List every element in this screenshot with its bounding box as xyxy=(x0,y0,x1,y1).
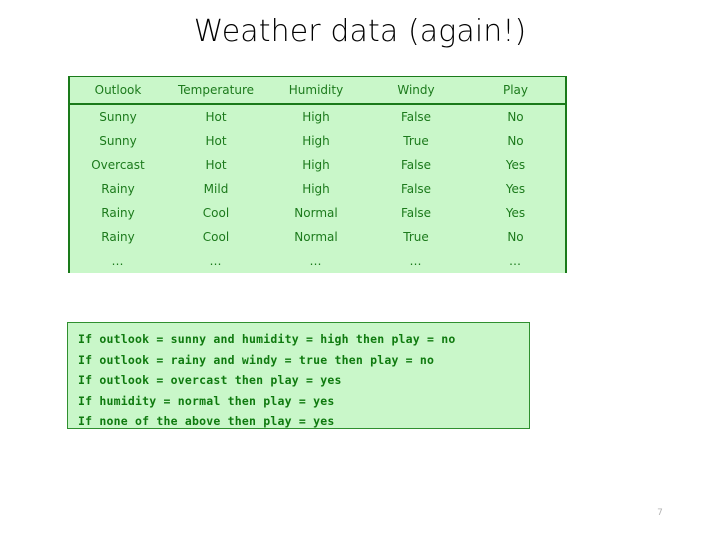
cell-temperature: Cool xyxy=(166,225,266,249)
column-header-windy: Windy xyxy=(366,77,466,105)
rule-line-2: If outlook = rainy and windy = true then… xyxy=(78,352,435,367)
slide-canvas: { "slide": { "title": "Weather data (aga… xyxy=(0,0,720,540)
cell-play: No xyxy=(466,104,565,129)
cell-windy: True xyxy=(366,225,466,249)
rules-box: If outlook = sunny and humidity = high t… xyxy=(67,322,530,429)
cell-temperature: Cool xyxy=(166,201,266,225)
cell-temperature-ellipsis: … xyxy=(166,249,266,273)
cell-play: No xyxy=(466,225,565,249)
cell-outlook-ellipsis: … xyxy=(70,249,166,273)
cell-temperature: Hot xyxy=(166,153,266,177)
cell-humidity-ellipsis: … xyxy=(266,249,366,273)
cell-play-ellipsis: … xyxy=(466,249,565,273)
table-row: Rainy Cool Normal True No xyxy=(70,225,565,249)
cell-humidity: Normal xyxy=(266,201,366,225)
cell-windy: False xyxy=(366,177,466,201)
cell-windy: False xyxy=(366,104,466,129)
page-number: 7 xyxy=(657,508,663,518)
cell-outlook: Sunny xyxy=(70,104,166,129)
cell-temperature: Hot xyxy=(166,104,266,129)
cell-humidity: High xyxy=(266,129,366,153)
table-row: Rainy Mild High False Yes xyxy=(70,177,565,201)
cell-play: Yes xyxy=(466,177,565,201)
cell-outlook: Sunny xyxy=(70,129,166,153)
table-row: Rainy Cool Normal False Yes xyxy=(70,201,565,225)
column-header-play: Play xyxy=(466,77,565,105)
column-header-humidity: Humidity xyxy=(266,77,366,105)
rule-line-1: If outlook = sunny and humidity = high t… xyxy=(78,332,456,346)
cell-humidity: High xyxy=(266,177,366,201)
table-body: Sunny Hot High False No Sunny Hot High T… xyxy=(70,104,565,273)
cell-windy: False xyxy=(366,153,466,177)
column-header-temperature: Temperature xyxy=(166,77,266,105)
page-title: Weather data (again!) xyxy=(193,14,527,49)
cell-windy: True xyxy=(366,129,466,153)
table-header: Outlook Temperature Humidity Windy Play xyxy=(70,77,565,105)
column-header-outlook: Outlook xyxy=(70,77,166,105)
table-header-row: Outlook Temperature Humidity Windy Play xyxy=(70,77,565,105)
cell-humidity: High xyxy=(266,104,366,129)
rule-line-4: If humidity = normal then play = yes xyxy=(78,393,335,408)
cell-windy: False xyxy=(366,201,466,225)
rule-line-5: If none of the above then play = yes xyxy=(78,414,335,428)
table-row: Overcast Hot High False Yes xyxy=(70,153,565,177)
table-row-ellipsis: … … … … … xyxy=(70,249,565,273)
rule-line-3: If outlook = overcast then play = yes xyxy=(78,373,342,387)
cell-outlook: Overcast xyxy=(70,153,166,177)
cell-outlook: Rainy xyxy=(70,201,166,225)
cell-humidity: High xyxy=(266,153,366,177)
cell-windy-ellipsis: … xyxy=(366,249,466,273)
cell-humidity: Normal xyxy=(266,225,366,249)
cell-play: Yes xyxy=(466,153,565,177)
cell-play: Yes xyxy=(466,201,565,225)
cell-outlook: Rainy xyxy=(70,177,166,201)
cell-outlook: Rainy xyxy=(70,225,166,249)
table-row: Sunny Hot High True No xyxy=(70,129,565,153)
table-row: Sunny Hot High False No xyxy=(70,104,565,129)
weather-table: Outlook Temperature Humidity Windy Play … xyxy=(70,77,565,273)
cell-play: No xyxy=(466,129,565,153)
weather-data-table: Outlook Temperature Humidity Windy Play … xyxy=(68,76,567,273)
cell-temperature: Hot xyxy=(166,129,266,153)
cell-temperature: Mild xyxy=(166,177,266,201)
